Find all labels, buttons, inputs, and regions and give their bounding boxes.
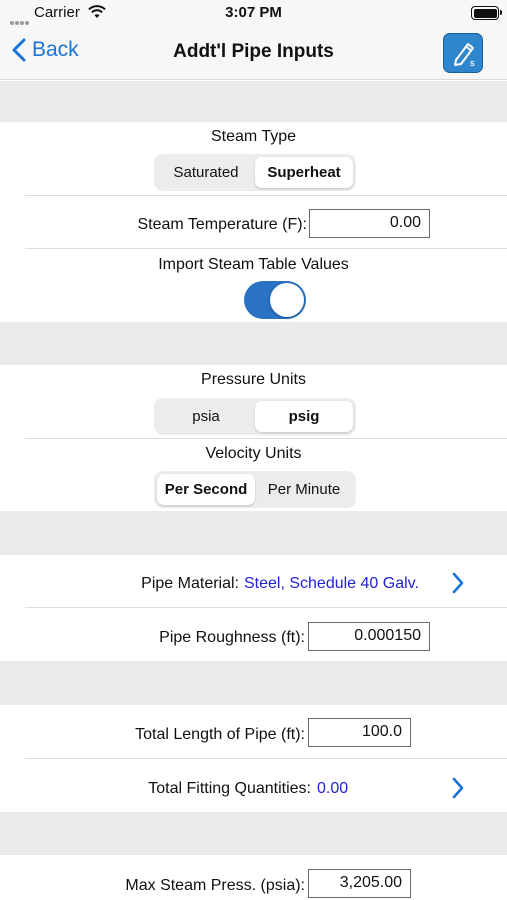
- divider: [25, 248, 507, 249]
- divider: [25, 195, 507, 196]
- steam-type-segmented: Saturated Superheat: [154, 154, 356, 191]
- section-gap: [0, 812, 507, 855]
- page-title: Addt'l Pipe Inputs: [173, 41, 334, 62]
- velocity-units-per-minute[interactable]: Per Minute: [255, 474, 353, 505]
- pressure-units-label: Pressure Units: [201, 371, 306, 388]
- total-length-label: Total Length of Pipe (ft):: [135, 726, 305, 743]
- steam-temperature-label: Steam Temperature (F):: [137, 216, 307, 233]
- import-steam-label: Import Steam Table Values: [158, 256, 349, 273]
- steam-type-saturated[interactable]: Saturated: [157, 157, 255, 188]
- fitting-quantities-row[interactable]: Total Fitting Quantities: 0.00: [0, 759, 507, 811]
- battery-icon: [471, 6, 502, 20]
- fitting-quantities-value: 0.00: [317, 780, 349, 797]
- fitting-quantities-label: Total Fitting Quantities:: [148, 780, 311, 797]
- divider: [25, 607, 507, 608]
- max-steam-press-label: Max Steam Press. (psia):: [125, 877, 305, 894]
- steam-type-superheat[interactable]: Superheat: [255, 157, 353, 188]
- pressure-units-psia[interactable]: psia: [157, 401, 255, 432]
- status-time: 3:07 PM: [225, 4, 282, 21]
- pipe-material-value: Steel, Schedule 40 Galv.: [244, 575, 419, 592]
- pressure-units-psig[interactable]: psig: [255, 401, 353, 432]
- max-steam-press-input[interactable]: 3,205.00: [308, 869, 411, 898]
- app-edit-icon[interactable]: S: [443, 33, 483, 73]
- toggle-knob: [270, 283, 304, 317]
- total-length-input[interactable]: 100.0: [308, 718, 411, 747]
- divider: [25, 438, 507, 439]
- status-bar: Carrier 3:07 PM: [0, 0, 507, 26]
- pipe-material-row[interactable]: Pipe Material: Steel, Schedule 40 Galv.: [0, 556, 507, 606]
- chevron-right-icon: [452, 777, 464, 799]
- velocity-units-per-second[interactable]: Per Second: [157, 474, 255, 505]
- velocity-units-segmented: Per Second Per Minute: [154, 471, 356, 508]
- steam-temperature-input[interactable]: 0.00: [309, 209, 430, 238]
- section-gap: [0, 322, 507, 365]
- steam-type-label: Steam Type: [210, 128, 297, 145]
- navigation-bar: Back Addt'l Pipe Inputs S: [0, 26, 507, 80]
- chevron-right-icon: [452, 572, 464, 594]
- import-steam-toggle[interactable]: [244, 281, 306, 319]
- pipe-roughness-label: Pipe Roughness (ft):: [159, 629, 305, 646]
- pressure-units-segmented: psia psig: [154, 398, 356, 435]
- pipe-roughness-input[interactable]: 0.000150: [308, 622, 430, 651]
- section-gap: [0, 81, 507, 122]
- section-gap: [0, 661, 507, 705]
- velocity-units-label: Velocity Units: [205, 445, 302, 462]
- pipe-material-label: Pipe Material:: [141, 575, 239, 592]
- svg-text:S: S: [470, 61, 475, 68]
- section-gap: [0, 511, 507, 555]
